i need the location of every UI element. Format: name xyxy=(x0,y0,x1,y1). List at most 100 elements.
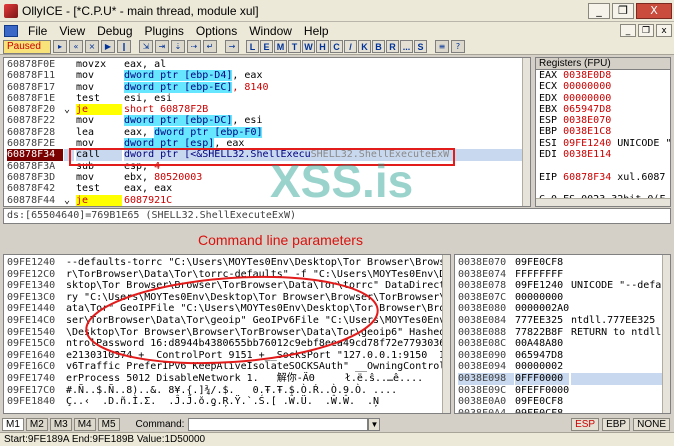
toolbar-log-button[interactable]: L xyxy=(246,40,259,53)
stack-lock-none[interactable]: NONE xyxy=(633,417,670,431)
menu-debug[interactable]: Debug xyxy=(91,24,138,38)
stack-address[interactable]: 0038E074 xyxy=(458,269,514,281)
register-row[interactable]: EBP 0038E1C8 xyxy=(536,126,670,137)
disasm-mnemonic[interactable]: test xyxy=(76,183,122,194)
stack-value[interactable]: 09FE0CF8 xyxy=(515,257,569,269)
disasm-mnemonic[interactable]: je xyxy=(76,194,122,206)
menu-view[interactable]: View xyxy=(53,24,91,38)
toolbar-modules-button[interactable]: E xyxy=(260,40,273,53)
registers-horizontal-scrollbar[interactable] xyxy=(536,198,670,206)
pause-icon[interactable]: ‖ xyxy=(117,40,131,53)
dump-text[interactable]: Ç..‹ .D.ñ.Ì.Σ. .Ĵ.Ĵ.ŏ.ƍ.Ŗ.Ÿ.`.Ś.[ .Ŵ.Ü. … xyxy=(66,396,448,408)
menu-options[interactable]: Options xyxy=(190,24,243,38)
dump-text[interactable]: ntrolPassword 16:d8944b4380655bb76012c9e… xyxy=(66,338,448,350)
dump-address[interactable]: 09FE17C0 xyxy=(7,385,63,397)
disasm-operands[interactable]: dword ptr [ebp-EC], 8140 xyxy=(124,81,524,93)
dump-address[interactable]: 09FE14C0 xyxy=(7,315,63,327)
disasm-operands[interactable]: eax, al xyxy=(124,59,524,70)
stack-address[interactable]: 0038E094 xyxy=(458,361,514,373)
stack-value[interactable]: 00A48A80 xyxy=(515,338,569,350)
disasm-operands[interactable]: short 60878F2B xyxy=(124,104,524,115)
stack-address[interactable]: 0038E080 xyxy=(458,303,514,315)
disasm-address[interactable]: 60878F42 xyxy=(7,183,63,194)
list-icon[interactable]: ≡ xyxy=(435,40,449,53)
stack-address[interactable]: 0038E0A4 xyxy=(458,408,514,413)
command-dropdown-icon[interactable]: ▼ xyxy=(368,417,381,431)
execute-till-return-icon[interactable]: ↵ xyxy=(203,40,217,53)
dump-tab-m4[interactable]: M4 xyxy=(73,417,96,431)
toolbar-threads-button[interactable]: T xyxy=(288,40,301,53)
register-row[interactable]: EDX 00000000 xyxy=(536,93,670,104)
restore-button[interactable]: ❐ xyxy=(612,2,634,19)
stack-lock-ebp[interactable]: EBP xyxy=(602,417,631,431)
menu-window[interactable]: Window xyxy=(243,24,298,38)
register-row[interactable]: ESP 0038E070 xyxy=(536,115,670,126)
mdi-restore-button[interactable]: ❐ xyxy=(638,24,654,37)
stack-address[interactable]: 0038E098 xyxy=(458,372,514,385)
step-into-icon[interactable]: ⇲ xyxy=(139,40,153,53)
step-over-icon[interactable]: ⇥ xyxy=(155,40,169,53)
stack-value[interactable]: 09FE1240 xyxy=(515,280,569,292)
dump-text[interactable]: r\TorBrowser\Data\Tor\torrc-defaults" -f… xyxy=(66,269,450,281)
dump-tab-m3[interactable]: M3 xyxy=(49,417,72,431)
toolbar-references-button[interactable]: R xyxy=(386,40,399,53)
menu-file[interactable]: File xyxy=(22,24,53,38)
disasm-address[interactable]: 60878F2E xyxy=(7,138,63,149)
stack-address[interactable]: 0038E08C xyxy=(458,338,514,350)
disasm-mnemonic[interactable]: mov xyxy=(76,172,122,183)
stack-address[interactable]: 0038E088 xyxy=(458,327,514,339)
dump-address[interactable]: 09FE1340 xyxy=(7,280,63,292)
dump-text[interactable]: ry "C:\Users\MOYTes0Env\Desktop\Tor Brow… xyxy=(66,292,450,304)
disassembly-vertical-scrollbar[interactable] xyxy=(522,58,530,206)
disasm-operands[interactable]: dword ptr [ebp-DC], esi xyxy=(124,115,524,127)
stack-value[interactable]: 00000000 xyxy=(515,292,569,304)
dump-address[interactable]: 09FE13C0 xyxy=(7,292,63,304)
disasm-address[interactable]: 60878F3A xyxy=(7,161,63,172)
disasm-address[interactable]: 60878F20 xyxy=(7,104,63,115)
stack-address[interactable]: 0038E078 xyxy=(458,280,514,292)
disasm-address[interactable]: 60878F44 xyxy=(7,195,63,206)
stack-address[interactable]: 0038E070 xyxy=(458,257,514,269)
dump-tab-m5[interactable]: M5 xyxy=(97,417,120,431)
dump-address[interactable]: 09FE15C0 xyxy=(7,338,63,350)
stack-address[interactable]: 0038E084 xyxy=(458,315,514,327)
stack-value[interactable]: 77822B8F xyxy=(515,327,569,339)
dump-text[interactable]: v6Traffic PreferIPv6 KeepAliveIsolateSOC… xyxy=(66,361,450,373)
dump-address[interactable]: 09FE1840 xyxy=(7,396,63,408)
disasm-address[interactable]: 60878F11 xyxy=(7,70,63,81)
disasm-operands[interactable]: eax, dword ptr [ebp-F0] xyxy=(124,126,524,138)
help-icon[interactable]: ? xyxy=(451,40,465,53)
disasm-mnemonic[interactable]: lea xyxy=(76,127,122,138)
disasm-mnemonic[interactable]: mov xyxy=(76,115,122,126)
stack-value[interactable]: FFFFFFFF xyxy=(515,269,569,281)
menu-help[interactable]: Help xyxy=(298,24,335,38)
dump-address[interactable]: 09FE1440 xyxy=(7,303,63,315)
disasm-address[interactable]: 60878F34 xyxy=(7,149,63,161)
dump-text[interactable]: erProcess 5012 DisableNetwork 1. 解你-ÄΘ ł… xyxy=(66,373,448,385)
disasm-mnemonic[interactable]: sub xyxy=(76,161,122,172)
disasm-mnemonic[interactable]: mov xyxy=(76,138,122,149)
dump-address[interactable]: 09FE1540 xyxy=(7,327,63,339)
menu-plugins[interactable]: Plugins xyxy=(139,24,190,38)
disasm-address[interactable]: 60878F0E xyxy=(7,59,63,70)
dump-text[interactable]: --defaults-torrc "C:\Users\MOYTes0Env\De… xyxy=(66,257,450,269)
command-input[interactable] xyxy=(188,417,369,431)
toolbar-cpu-button[interactable]: C xyxy=(330,40,343,53)
stack-lock-esp[interactable]: ESP xyxy=(571,417,600,431)
mdi-minimize-button[interactable]: _ xyxy=(620,24,636,37)
disasm-operands[interactable]: 6087921C xyxy=(124,195,524,206)
stack-address[interactable]: 0038E07C xyxy=(458,292,514,304)
stack-value[interactable]: 0FEFF0000 xyxy=(515,385,569,397)
stack-vertical-scrollbar[interactable] xyxy=(662,255,670,413)
dump-text[interactable]: ser\TorBrowser\Data\Tor\geoip" GeoIPv6Fi… xyxy=(66,315,448,327)
toolbar-runtrace-button[interactable]: ... xyxy=(400,40,413,53)
register-row[interactable]: EAX 0038E0D8 xyxy=(536,70,670,81)
close-button[interactable]: X xyxy=(636,2,672,19)
disasm-operands[interactable]: dword ptr [esp], eax xyxy=(124,138,524,150)
register-row[interactable]: EDI 0038E114 xyxy=(536,149,670,160)
dump-address[interactable]: 09FE1240 xyxy=(7,257,63,269)
trace-into-icon[interactable]: ⇣ xyxy=(171,40,185,53)
toolbar-callstack-button[interactable]: K xyxy=(358,40,371,53)
dump-tab-m2[interactable]: M2 xyxy=(25,417,48,431)
disassembly-pane[interactable]: 60878F0E 60878F11 60878F17 60878F1E 60878F20… xyxy=(3,57,531,207)
